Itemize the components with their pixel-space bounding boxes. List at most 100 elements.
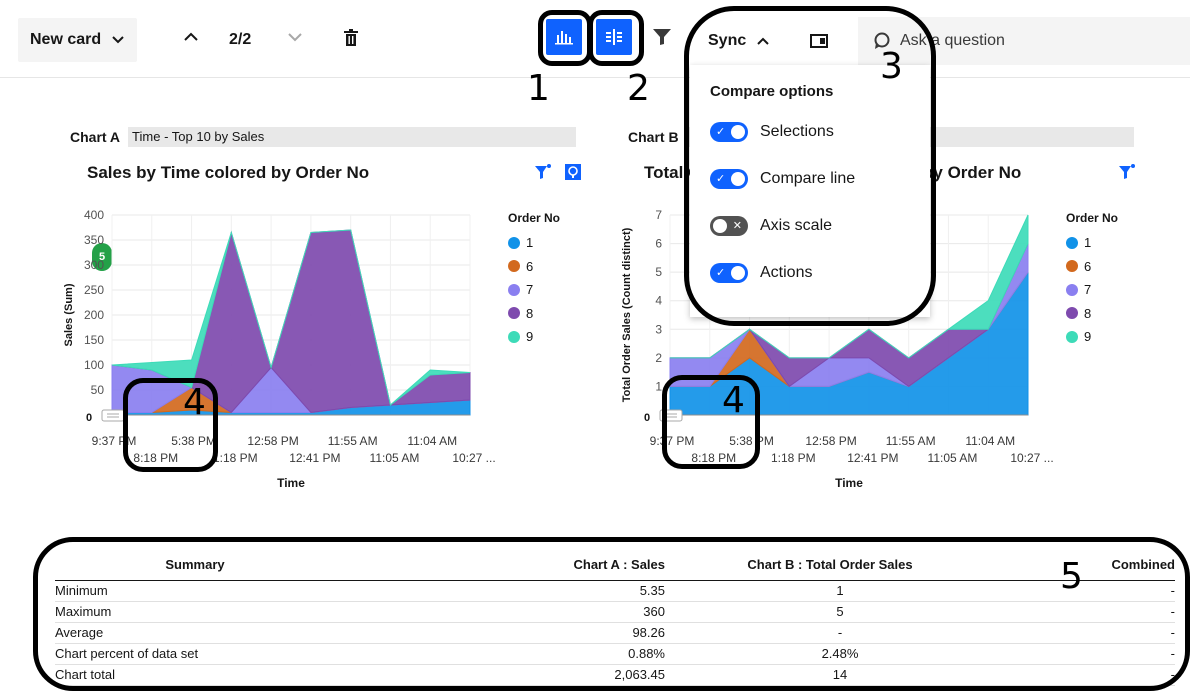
new-card-label: New card (30, 31, 102, 48)
x-tick-label: 9:37 PM (92, 434, 137, 448)
chart-b-label: Chart B (628, 129, 679, 145)
next-card-button[interactable] (287, 30, 303, 48)
legend-item[interactable]: 7 (508, 278, 560, 302)
chevron-up-icon (757, 37, 769, 45)
legend-swatch (1066, 283, 1078, 296)
legend-item[interactable]: 9 (508, 325, 560, 349)
new-card-dropdown[interactable]: New card (18, 18, 138, 62)
x-tick-label: 10:27 ... (452, 451, 495, 465)
legend-item[interactable]: 8 (1066, 302, 1118, 326)
x-tick-label: 11:04 AM (407, 434, 457, 448)
x-tick-label: 11:55 AM (886, 434, 936, 448)
x-tick-label: 8:18 PM (691, 451, 736, 465)
split-view-icon (606, 29, 622, 45)
y-tick-label: 350 (84, 233, 104, 247)
x-tick-label: 11:55 AM (328, 434, 378, 448)
x-tick-label: 5:38 PM (171, 434, 216, 448)
range-handle (659, 409, 683, 422)
range-handle-value: 0 (644, 412, 650, 424)
delete-icon[interactable] (343, 29, 359, 52)
compare-overlay-button[interactable] (546, 19, 582, 55)
legend-item[interactable]: 6 (508, 255, 560, 279)
y-tick-label: 300 (84, 258, 104, 272)
page-indicator: 2/2 (229, 31, 252, 48)
column-header[interactable]: Chart A : Sales (335, 550, 665, 581)
table-header-row: Summary Chart A : Sales Chart B : Total … (55, 550, 1175, 581)
chart-a-filter-icon[interactable] (534, 163, 552, 186)
previous-card-button[interactable] (183, 30, 199, 48)
range-handle-value: 0 (86, 412, 92, 424)
column-header[interactable]: Combined (995, 550, 1175, 581)
y-tick-label: 2 (655, 351, 662, 365)
option-compare-line[interactable]: ✓ Compare line (710, 167, 910, 191)
chart-a-insight-icon[interactable] (564, 163, 582, 186)
chart-a-title: Sales by Time colored by Order No (87, 163, 370, 182)
legend-swatch (508, 307, 520, 320)
toggle-switch[interactable]: ✕ (710, 216, 748, 236)
y-axis-title: Sales (Sum) (63, 283, 75, 346)
table-row: Chart percent of data set 0.88% 2.48% - (55, 643, 1175, 665)
chart-a-description[interactable]: Time - Top 10 by Sales (128, 127, 576, 147)
legend-item[interactable]: 1 (508, 231, 560, 255)
y-tick-label: 7 (655, 208, 662, 222)
legend-swatch (508, 283, 520, 296)
annotation-number: 5 (1060, 556, 1083, 597)
legend-swatch (1066, 236, 1078, 249)
x-tick-label: 12:41 PM (847, 451, 898, 465)
x-tick-label: 5:38 PM (729, 434, 774, 448)
y-tick-label: 1 (655, 379, 662, 393)
chart-a-plot[interactable]: 50 100 150 200 250 300 350 400 09:37 PM 5:38 PM 12… (60, 195, 500, 495)
sync-button[interactable]: Sync (690, 17, 786, 65)
legend-item[interactable]: 8 (508, 302, 560, 326)
ask-question-field[interactable]: Ask a question (858, 17, 1190, 65)
panel-icon (810, 34, 828, 48)
summary-table: Summary Chart A : Sales Chart B : Total … (55, 550, 1175, 686)
x-tick-label: 11:04 AM (965, 434, 1015, 448)
chart-a-legend: Order No 1 6 7 8 9 (508, 211, 560, 349)
toggle-switch[interactable]: ✓ (710, 122, 748, 142)
annotation-number: 4 (183, 382, 206, 423)
x-tick-label: 11:05 AM (370, 451, 420, 465)
compare-side-by-side-button[interactable] (596, 19, 632, 55)
chart-b-filter-icon[interactable] (1118, 163, 1136, 186)
legend-item[interactable]: 7 (1066, 278, 1118, 302)
range-handle (101, 409, 125, 422)
legend-swatch (1066, 260, 1078, 273)
x-tick-label: 1:18 PM (771, 451, 816, 465)
annotation-number: 4 (722, 380, 745, 421)
table-row: Minimum 5.35 1 - (55, 580, 1175, 602)
x-tick-label: 12:58 PM (247, 434, 298, 448)
panel-toggle-button[interactable] (788, 17, 850, 65)
x-tick-label: 11:05 AM (928, 451, 978, 465)
chart-a-legend-title: Order No (508, 211, 561, 225)
table-row: Average 98.26 - - (55, 622, 1175, 644)
y-tick-label: 50 (91, 383, 105, 397)
table-row: Chart total 2,063.45 14 - (55, 664, 1175, 686)
filter-icon[interactable] (652, 28, 672, 51)
chart-b-legend-title: Order No (1066, 211, 1119, 225)
column-header[interactable]: Chart B : Total Order Sales (665, 550, 995, 581)
compare-options-dropdown: Compare options ✓ Selections ✓ Compare l… (690, 65, 930, 317)
x-tick-label: 9:37 PM (650, 434, 695, 448)
chart-b-legend: Order No 1 6 7 8 9 (1066, 211, 1118, 349)
legend-item[interactable]: 6 (1066, 255, 1118, 279)
option-selections[interactable]: ✓ Selections (710, 120, 910, 144)
legend-swatch (508, 236, 520, 249)
x-tick-label: 10:27 ... (1010, 451, 1053, 465)
x-tick-label: 12:58 PM (805, 434, 856, 448)
toggle-switch[interactable]: ✓ (710, 169, 748, 189)
y-axis-title: Total Order Sales (Count distinct) (621, 227, 633, 402)
ask-placeholder: Ask a question (900, 32, 1005, 49)
y-tick-label: 3 (655, 322, 662, 336)
legend-item[interactable]: 9 (1066, 325, 1118, 349)
option-actions[interactable]: ✓ Actions (710, 261, 910, 285)
column-header[interactable]: Summary (55, 550, 335, 581)
toggle-switch[interactable]: ✓ (710, 263, 748, 283)
option-axis-scale[interactable]: ✕ Axis scale (710, 214, 910, 238)
legend-swatch (1066, 330, 1078, 343)
annotation-number: 3 (880, 46, 903, 87)
legend-item[interactable]: 1 (1066, 231, 1118, 255)
compare-chart-icon (555, 31, 573, 45)
x-axis-title: Time (835, 476, 863, 490)
sync-label: Sync (708, 32, 747, 49)
